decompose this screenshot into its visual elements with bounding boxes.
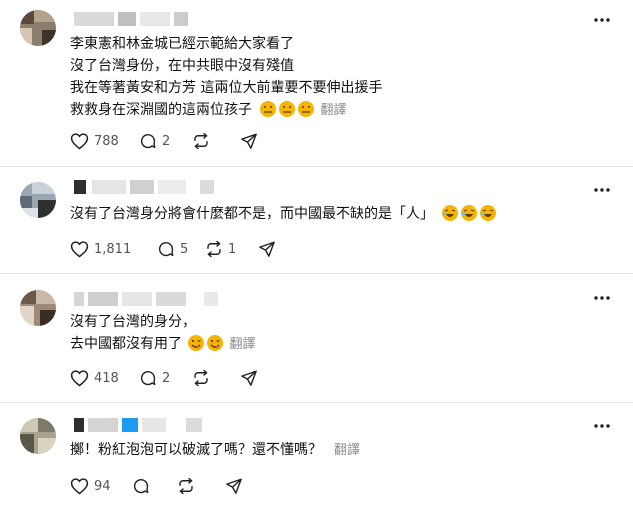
like-button[interactable]: 788 [70,131,119,151]
divider [0,273,633,274]
avatar[interactable] [20,182,56,218]
winking-face-emoji [188,335,205,351]
like-button[interactable]: 418 [70,368,119,388]
repost-button[interactable] [192,368,215,388]
more-options-icon[interactable] [593,423,611,429]
more-options-icon[interactable] [593,17,611,23]
share-icon [226,478,242,494]
post-line: 沒有了台灣身分將會什麼都不是，而中國最不缺的是「人」 [70,206,434,222]
share-button[interactable] [240,368,258,388]
reply-count: 5 [180,241,189,257]
reply-button[interactable] [132,476,150,496]
share-icon [241,370,257,386]
heart-icon [70,370,89,387]
laughing-face-emoji [480,205,497,221]
like-count: 418 [94,370,119,386]
username-redacted[interactable] [74,418,204,432]
like-count: 1,811 [94,241,132,257]
like-count: 94 [94,478,111,494]
comment-bubble-icon [133,479,149,494]
post-text: 沒有了台灣的身分， 去中國都沒有用了 翻譯 [70,311,255,356]
post-line: 救救身在深淵國的這兩位孩子 [70,102,252,118]
winking-face-emoji [207,335,224,351]
post-text: 擲！粉紅泡泡可以破滅了嗎？還不懂嗎？ 翻譯 [70,439,360,462]
like-button[interactable]: 1,811 [70,239,131,259]
username-redacted[interactable] [74,12,194,26]
avatar[interactable] [20,418,56,454]
reply-button[interactable]: 5 [157,239,188,259]
post-line: 擲！粉紅泡泡可以破滅了嗎？還不懂嗎？ [70,442,322,458]
share-button[interactable] [225,476,243,496]
repost-icon [179,477,193,495]
username-redacted[interactable] [74,292,219,306]
reply-button[interactable]: 2 [139,368,170,388]
post-line-last: 救救身在深淵國的這兩位孩子 翻譯 [70,99,382,122]
heart-icon [70,241,89,258]
share-button[interactable] [258,239,276,259]
neutral-face-emoji [260,101,277,117]
post-text: 沒有了台灣身分將會什麼都不是，而中國最不缺的是「人」 [70,203,497,225]
post-line: 沒了台灣身份，在中共眼中沒有殘值 [70,58,294,74]
divider [0,402,633,403]
repost-icon [194,369,208,387]
divider [0,166,633,167]
username-redacted[interactable] [74,180,214,194]
repost-button[interactable] [177,476,195,496]
post-line-last: 擲！粉紅泡泡可以破滅了嗎？還不懂嗎？ 翻譯 [70,439,360,462]
translate-link[interactable]: 翻譯 [320,103,346,118]
post-line: 我在等著黃安和方芳 這兩位大前輩要不要伸出援手 [70,80,383,96]
post-line-last: 去中國都沒有用了 翻譯 [70,333,255,356]
more-options-icon[interactable] [593,187,611,193]
translate-link[interactable]: 翻譯 [334,443,360,458]
comment-bubble-icon [140,371,156,386]
post-line: 沒有了台灣的身分， [70,314,196,330]
repost-button[interactable] [192,131,215,151]
repost-count: 1 [228,241,237,257]
share-icon [259,241,275,257]
avatar[interactable] [20,10,56,46]
reply-button[interactable]: 2 [139,131,170,151]
heart-icon [70,478,89,495]
post-text: 李東憲和林金城已經示範給大家看了 沒了台灣身份，在中共眼中沒有殘值 我在等著黃安… [70,33,382,122]
post-line: 去中國都沒有用了 [70,336,182,352]
share-button[interactable] [240,131,258,151]
repost-button[interactable]: 1 [205,239,236,259]
translate-link[interactable]: 翻譯 [229,337,255,352]
post-line: 李東憲和林金城已經示範給大家看了 [70,36,294,52]
avatar[interactable] [20,290,56,326]
neutral-face-emoji [279,101,296,117]
neutral-face-emoji [298,101,315,117]
more-options-icon[interactable] [593,295,611,301]
comment-bubble-icon [158,242,174,257]
repost-icon [207,240,221,258]
comment-bubble-icon [140,134,156,149]
post-line-last: 沒有了台灣身分將會什麼都不是，而中國最不缺的是「人」 [70,203,497,225]
share-icon [241,133,257,149]
laughing-face-emoji [442,205,459,221]
like-count: 788 [94,133,119,149]
heart-icon [70,133,89,150]
reply-count: 2 [162,370,171,386]
reply-count: 2 [162,133,171,149]
repost-icon [194,132,208,150]
laughing-face-emoji [461,205,478,221]
like-button[interactable]: 94 [70,476,111,496]
